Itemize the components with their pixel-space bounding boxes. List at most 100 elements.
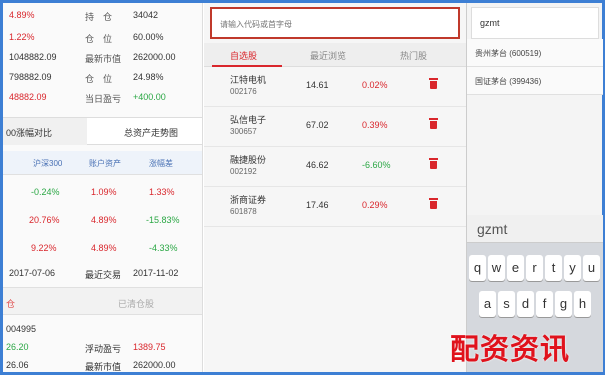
account-row: 48882.09 当日盈亏 +400.00 — [3, 89, 202, 107]
stock-row[interactable]: 江特电机 002176 14.61 0.02% — [204, 67, 466, 107]
trash-icon[interactable] — [429, 78, 438, 89]
key-h[interactable]: h — [574, 291, 591, 317]
position-label: 浮动盈亏 — [85, 344, 122, 354]
keyboard-input-text: gzmt — [477, 221, 508, 237]
account-value: 4.89% — [9, 10, 35, 20]
stock-code: 002192 — [230, 167, 257, 176]
account-value-2: 262000.00 — [133, 52, 176, 62]
table-cell: 9.22% — [31, 243, 57, 253]
key-a[interactable]: a — [479, 291, 496, 317]
key-w[interactable]: w — [488, 255, 505, 281]
search-result-label: 贵州茅台 (600519) — [475, 49, 542, 58]
watchlist-tabs: 自选股 最近浏览 热门股 — [204, 43, 466, 67]
tab-index-compare[interactable]: 00涨幅对比 — [3, 126, 103, 139]
watchlist-panel: 自选股 最近浏览 热门股 江特电机 002176 14.61 0.02% 弘信电… — [204, 3, 466, 372]
search-result-item[interactable]: 贵州茅台 (600519) — [467, 39, 603, 67]
tab-hot-stocks[interactable]: 热门股 — [400, 49, 427, 62]
tab-my-stocks[interactable]: 自选股 — [230, 49, 257, 62]
stock-price: 67.02 — [306, 120, 329, 130]
key-t[interactable]: t — [545, 255, 562, 281]
key-r[interactable]: r — [526, 255, 543, 281]
position-tabs: 仓 已清仓股 — [3, 287, 202, 315]
account-label: 仓 位 — [85, 74, 113, 84]
trash-icon[interactable] — [429, 198, 438, 209]
account-label: 最新市值 — [85, 54, 122, 64]
stock-change: 0.39% — [362, 120, 388, 130]
column-header: 沪深300 — [33, 159, 63, 168]
position-code-row: 004995 — [3, 321, 202, 339]
tab-recent[interactable]: 最近浏览 — [310, 49, 346, 62]
search-box[interactable] — [210, 7, 460, 39]
stock-row[interactable]: 融捷股份 002192 46.62 -6.60% — [204, 147, 466, 187]
last-trade-label: 最近交易 — [85, 270, 122, 280]
stock-name: 弘信电子 — [230, 115, 267, 125]
account-value: 48882.09 — [9, 92, 47, 102]
first-trade-date: 2017-07-06 — [9, 268, 56, 278]
trash-icon[interactable] — [429, 158, 438, 169]
account-value-2: 60.00% — [133, 32, 164, 42]
query-text: gzmt — [480, 18, 500, 28]
key-g[interactable]: g — [555, 291, 572, 317]
position-value: 26.20 — [6, 342, 29, 352]
position-row: 26.06 最新市值 262000.00 — [3, 357, 202, 372]
key-f[interactable]: f — [536, 291, 553, 317]
table-cell: 1.33% — [149, 187, 175, 197]
position-value-2: 262000.00 — [133, 360, 176, 370]
stock-change: -6.60% — [362, 160, 391, 170]
account-value: 798882.09 — [9, 72, 52, 82]
account-panel: 4.89% 持 仓 34042 1.22% 仓 位 60.00% 1048882… — [3, 3, 203, 372]
stock-code: 002176 — [230, 87, 257, 96]
tab-asset-trend[interactable]: 总资产走势图 — [101, 126, 201, 139]
trash-icon[interactable] — [429, 118, 438, 129]
account-value: 1.22% — [9, 32, 35, 42]
key-d[interactable]: d — [517, 291, 534, 317]
column-header: 账户资产 — [89, 159, 121, 168]
search-result-label: 国证茅台 (399436) — [475, 77, 542, 86]
stock-price: 17.46 — [306, 200, 329, 210]
table-cell: -4.33% — [149, 243, 178, 253]
compare-tabs: 00涨幅对比 总资产走势图 — [3, 117, 202, 145]
position-value: 26.06 — [6, 360, 29, 370]
key-e[interactable]: e — [507, 255, 524, 281]
stock-row[interactable]: 弘信电子 300657 67.02 0.39% — [204, 107, 466, 147]
account-row: 4.89% 持 仓 34042 — [3, 7, 202, 25]
keyboard-input-bar[interactable]: gzmt — [467, 215, 603, 243]
stock-change: 0.29% — [362, 200, 388, 210]
stock-name: 融捷股份 — [230, 155, 267, 165]
account-label: 持 仓 — [85, 12, 113, 22]
table-cell: 4.89% — [91, 243, 117, 253]
table-cell: 4.89% — [91, 215, 117, 225]
column-header: 涨幅差 — [149, 159, 173, 168]
table-cell: 1.09% — [91, 187, 117, 197]
key-s[interactable]: s — [498, 291, 515, 317]
position-code: 004995 — [6, 324, 37, 334]
position-value-2: 1389.75 — [133, 342, 166, 352]
tab-holdings[interactable]: 仓 — [6, 297, 15, 310]
account-value: 1048882.09 — [9, 52, 57, 62]
account-label: 当日盈亏 — [85, 94, 122, 104]
stock-code: 601878 — [230, 207, 257, 216]
table-cell: -15.83% — [146, 215, 180, 225]
key-u[interactable]: u — [583, 255, 600, 281]
table-cell: -0.24% — [31, 187, 60, 197]
tab-closed-positions[interactable]: 已清仓股 — [118, 297, 154, 310]
account-row: 798882.09 仓 位 24.98% — [3, 69, 202, 87]
query-field[interactable]: gzmt — [471, 7, 599, 39]
account-value-2: +400.00 — [133, 92, 166, 102]
stock-code: 300657 — [230, 127, 257, 136]
key-y[interactable]: y — [564, 255, 581, 281]
table-row: 9.22% 4.89% -4.33% — [3, 235, 202, 261]
table-row: 20.76% 4.89% -15.83% — [3, 207, 202, 233]
search-input[interactable] — [220, 16, 440, 32]
account-row: 1048882.09 最新市值 262000.00 — [3, 49, 202, 67]
account-value-2: 34042 — [133, 10, 159, 20]
search-result-item[interactable]: 国证茅台 (399436) — [467, 67, 603, 95]
key-q[interactable]: q — [469, 255, 486, 281]
trade-dates-row: 2017-07-06 最近交易 2017-11-02 — [3, 265, 202, 283]
table-cell: 20.76% — [29, 215, 60, 225]
account-value-2: 24.98% — [133, 72, 164, 82]
stock-price: 14.61 — [306, 80, 329, 90]
stock-price: 46.62 — [306, 160, 329, 170]
position-label: 最新市值 — [85, 362, 122, 372]
stock-row[interactable]: 浙商证券 601878 17.46 0.29% — [204, 187, 466, 227]
